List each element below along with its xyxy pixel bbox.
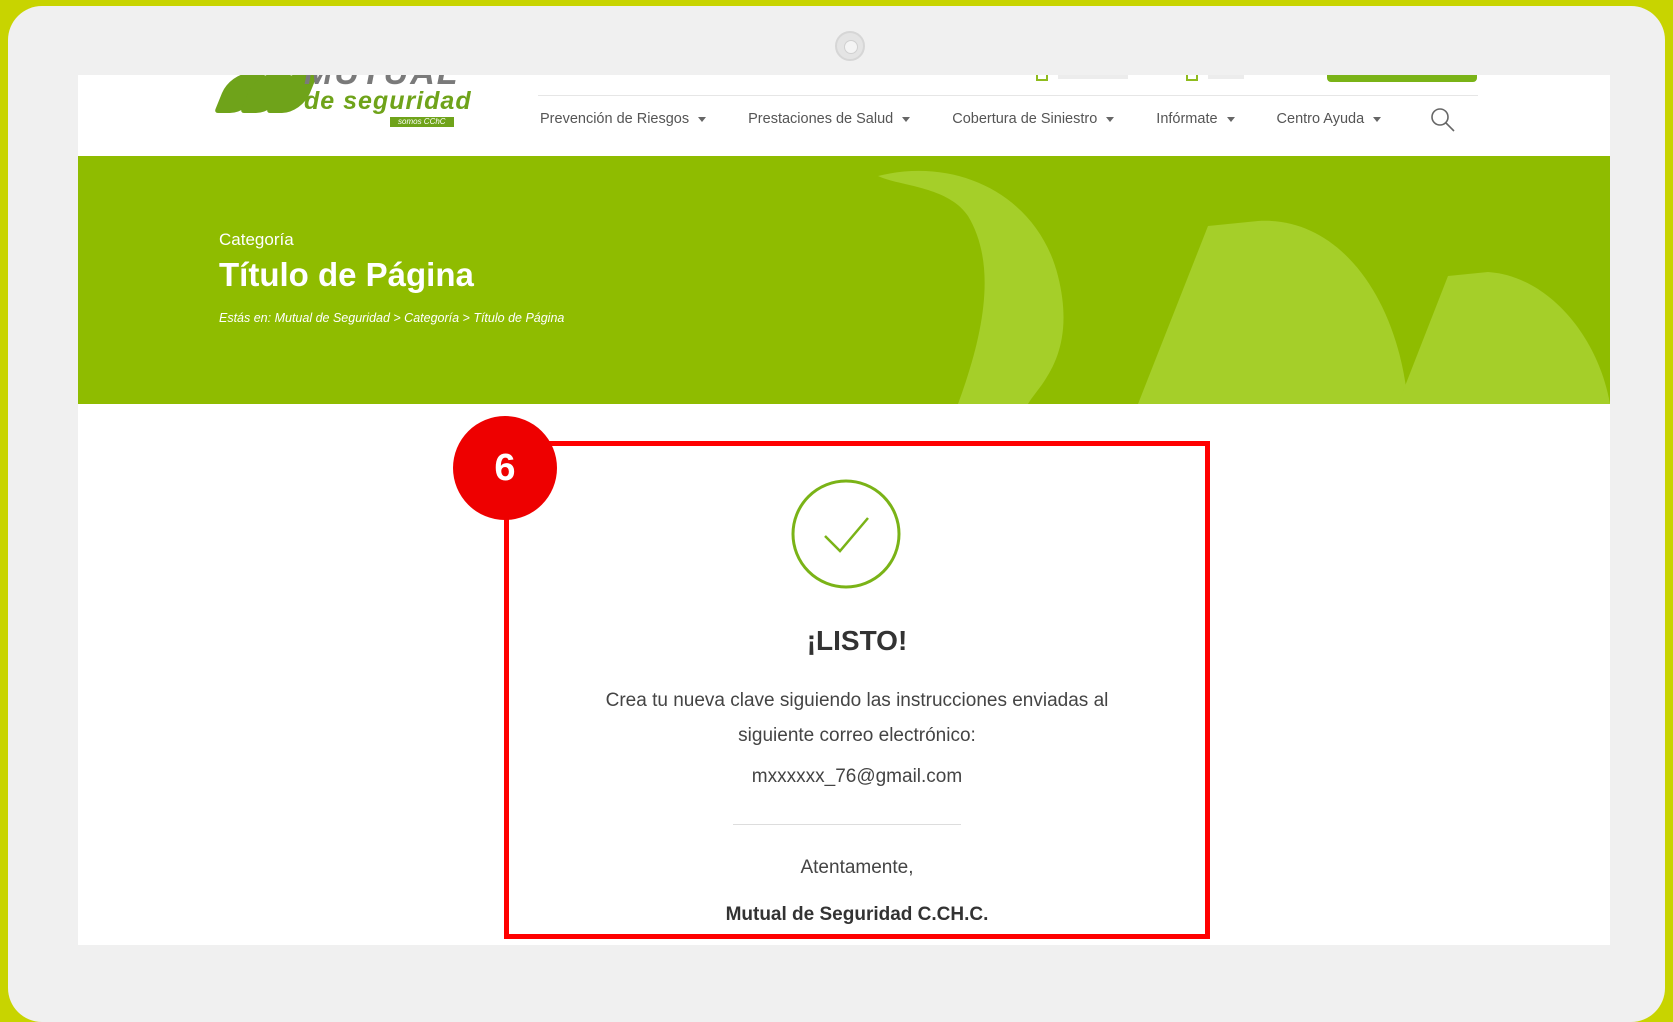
nav-item-label: Centro Ayuda — [1276, 111, 1365, 127]
utility-link[interactable] — [1208, 75, 1244, 79]
search-icon[interactable] — [1430, 107, 1456, 133]
nav-item-label: Cobertura de Siniestro — [952, 111, 1098, 127]
header-divider — [538, 95, 1478, 96]
site-logo[interactable]: MUTUAL de seguridad somos CChC — [213, 75, 488, 143]
page-title: Título de Página — [219, 256, 474, 293]
logo-text-mutual: MUTUAL — [304, 75, 460, 85]
message-line: Crea tu nueva clave siguiendo las instru… — [605, 690, 1109, 711]
logo-text-seguridad: de seguridad — [304, 87, 472, 115]
nav-item-cobertura[interactable]: Cobertura de Siniestro — [952, 111, 1115, 127]
page-hero: Categoría Título de Página Estás en: Mut… — [78, 156, 1610, 404]
top-cta-button[interactable] — [1327, 75, 1477, 82]
confirmation-message: Crea tu nueva clave siguiendo las instru… — [540, 683, 1174, 753]
main-nav: Prevención de Riesgos Prestaciones de Sa… — [540, 111, 1423, 127]
check-circle-icon — [791, 479, 901, 589]
site-header: MUTUAL de seguridad somos CChC Prevenció… — [78, 75, 1610, 156]
chevron-down-icon — [698, 116, 707, 122]
nav-item-label: Prestaciones de Salud — [748, 111, 894, 127]
utility-icon — [1186, 75, 1198, 81]
utility-icon — [1036, 75, 1048, 81]
nav-item-label: Prevención de Riesgos — [540, 111, 690, 127]
breadcrumb: Estás en: Mutual de Seguridad > Categorí… — [219, 311, 565, 325]
nav-item-informate[interactable]: Infórmate — [1156, 111, 1235, 127]
confirmation-heading: ¡LISTO! — [806, 625, 908, 656]
nav-item-prestaciones[interactable]: Prestaciones de Salud — [748, 111, 911, 127]
nav-item-label: Infórmate — [1156, 111, 1218, 127]
signature: Mutual de Seguridad C.CH.C. — [725, 904, 989, 925]
nav-item-centro-ayuda[interactable]: Centro Ayuda — [1277, 111, 1382, 127]
step-number-badge: 6 — [453, 416, 557, 520]
email-address: mxxxxxx_76@gmail.com — [751, 766, 963, 787]
utility-link[interactable] — [1058, 75, 1128, 79]
chevron-down-icon — [902, 116, 911, 122]
logo-tag: somos CChC — [390, 117, 454, 127]
chevron-down-icon — [1106, 116, 1115, 122]
nav-item-prevencion[interactable]: Prevención de Riesgos — [540, 111, 707, 127]
chevron-down-icon — [1226, 116, 1235, 122]
camera-icon — [835, 31, 865, 61]
page-category: Categoría — [219, 230, 294, 249]
message-line: siguiente correo electrónico: — [738, 725, 976, 746]
closing-text: Atentamente, — [800, 857, 914, 878]
chevron-down-icon — [1373, 116, 1382, 122]
divider — [733, 824, 961, 825]
